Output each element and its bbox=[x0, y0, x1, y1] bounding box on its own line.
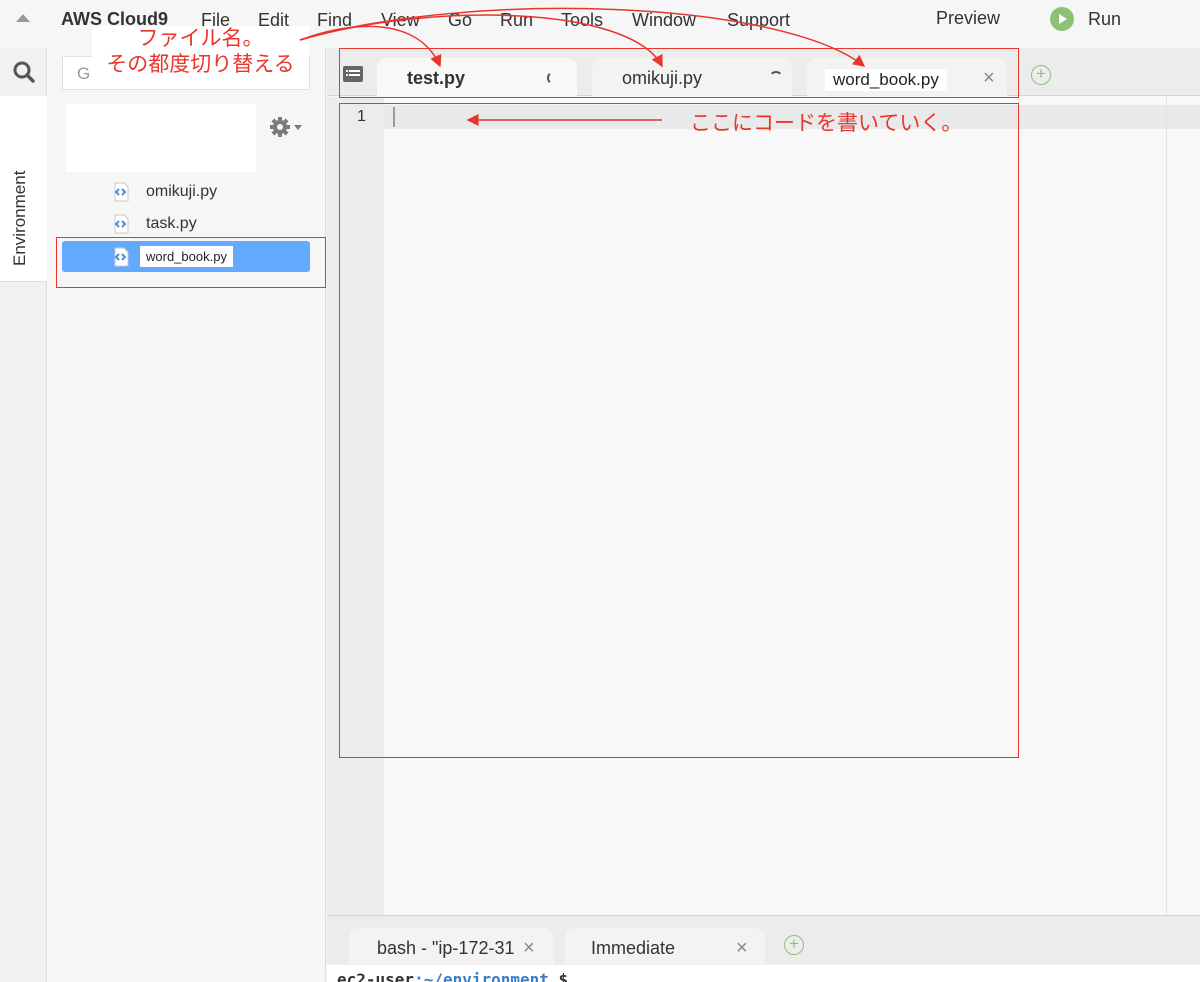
prompt-symbol: $ bbox=[548, 970, 569, 982]
collapse-menu-icon[interactable] bbox=[16, 14, 30, 22]
terminal-prompt: ec2-user:~/environment $ bbox=[337, 970, 568, 982]
python-file-icon bbox=[114, 182, 129, 202]
menu-run[interactable]: Run bbox=[500, 10, 533, 31]
left-panel-bar: Environment bbox=[0, 48, 47, 982]
terminal[interactable]: ec2-user:~/environment $ bbox=[327, 965, 1200, 982]
menu-find[interactable]: Find bbox=[317, 10, 352, 31]
print-margin bbox=[1166, 97, 1167, 915]
goto-file-placeholder: G bbox=[77, 64, 91, 83]
preview-button[interactable]: Preview bbox=[936, 8, 1000, 29]
highlight-editor-area bbox=[339, 103, 1019, 758]
search-icon bbox=[13, 61, 35, 83]
cloud9-ide: AWS Cloud9 File Edit Find View Go Run To… bbox=[0, 0, 1200, 982]
close-icon[interactable]: × bbox=[523, 938, 535, 958]
tree-item-omikuji[interactable]: omikuji.py bbox=[62, 177, 310, 207]
filename-note-line2: その都度切り替える bbox=[106, 53, 295, 76]
menu-window[interactable]: Window bbox=[632, 10, 696, 31]
highlight-selected-file bbox=[56, 237, 326, 288]
chevron-down-icon bbox=[294, 124, 302, 130]
code-note: ここにコードを書いていく。 bbox=[690, 112, 963, 135]
tab-immediate[interactable]: Immediate × bbox=[565, 928, 765, 966]
play-icon bbox=[1050, 7, 1074, 31]
prompt-path: :~/environment bbox=[414, 970, 549, 982]
environment-root[interactable] bbox=[66, 104, 256, 172]
tree-item-task[interactable]: task.py bbox=[62, 209, 310, 239]
menu-tools[interactable]: Tools bbox=[561, 10, 603, 31]
menu-view[interactable]: View bbox=[381, 10, 420, 31]
add-tab-icon[interactable]: + bbox=[784, 935, 804, 955]
tab-bash[interactable]: bash - "ip-172-31 × bbox=[349, 928, 554, 966]
run-label: Run bbox=[1088, 8, 1122, 29]
tab-label: Immediate bbox=[591, 938, 676, 958]
tree-item-label: omikuji.py bbox=[146, 183, 218, 200]
tab-environment[interactable]: Environment bbox=[0, 96, 47, 282]
menu-support[interactable]: Support bbox=[727, 10, 790, 31]
gear-icon bbox=[270, 117, 290, 137]
file-tree-panel: G omikuji.py task.py word_book.py bbox=[48, 48, 326, 982]
tab-environment-label: Environment bbox=[10, 170, 29, 266]
menu-go[interactable]: Go bbox=[448, 10, 472, 31]
tree-item-label: task.py bbox=[146, 215, 197, 232]
add-tab-icon[interactable]: + bbox=[1031, 65, 1051, 85]
search-button[interactable] bbox=[0, 48, 47, 96]
tree-settings-button[interactable] bbox=[269, 116, 302, 138]
filename-note: ファイル名。 その都度切り替える bbox=[92, 26, 309, 84]
filename-note-line1: ファイル名。 bbox=[137, 27, 264, 50]
run-button[interactable]: Run bbox=[1050, 6, 1121, 32]
prompt-user: ec2-user bbox=[337, 970, 415, 982]
python-file-icon bbox=[114, 214, 129, 234]
tab-label: bash - "ip-172-31 bbox=[377, 938, 515, 958]
console-tab-bar: bash - "ip-172-31 × Immediate × + bbox=[327, 915, 1200, 966]
highlight-tab-bar bbox=[339, 48, 1019, 98]
close-icon[interactable]: × bbox=[736, 938, 748, 958]
